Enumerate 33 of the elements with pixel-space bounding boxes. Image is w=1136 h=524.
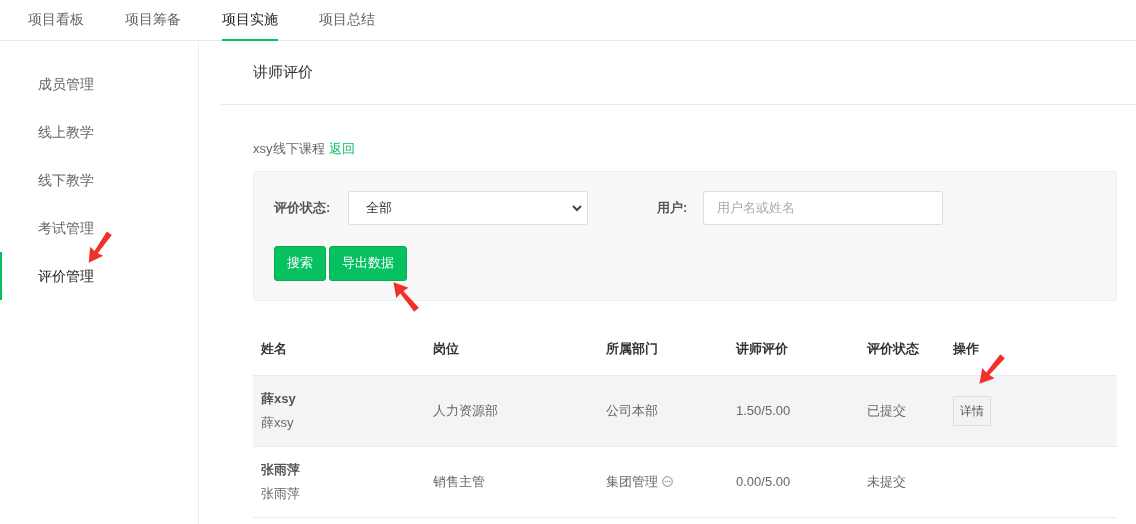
column-header: 岗位 xyxy=(433,340,459,356)
table-cell-text: 集团管理 xyxy=(606,472,658,491)
column-header: 评价状态 xyxy=(867,340,919,356)
column-header: 所属部门 xyxy=(606,340,658,356)
sidebar-item[interactable]: 线下教学 xyxy=(0,156,198,204)
nav-tab[interactable]: 项目筹备 xyxy=(125,0,181,41)
nav-tab[interactable]: 项目总结 xyxy=(319,0,375,41)
course-name: xsy线下课程 xyxy=(253,140,325,158)
table-cell: 人力资源部 xyxy=(433,402,498,418)
sidebar-item[interactable]: 成员管理 xyxy=(0,60,198,108)
table-cell: 已提交 xyxy=(867,402,906,418)
table-cell: 0.00/5.00 xyxy=(736,473,791,489)
details-button[interactable]: 详情 xyxy=(953,395,991,426)
table-cell: 未提交 xyxy=(867,473,906,489)
table-cell-text: 公司本部 xyxy=(606,401,658,420)
sidebar-item[interactable]: 考试管理 xyxy=(0,204,198,252)
column-header: 操作 xyxy=(953,340,979,356)
member-username: 张雨萍 xyxy=(261,484,301,503)
sidebar-item[interactable]: 线上教学 xyxy=(0,108,198,156)
filter-label: 用户: xyxy=(657,198,689,217)
column-header: 姓名 xyxy=(261,340,287,356)
table-cell: 销售主管 xyxy=(433,473,485,489)
member-username: 薛xsy xyxy=(261,413,295,432)
filter-label: 评价状态: xyxy=(274,198,332,217)
table-cell: 1.50/5.00 xyxy=(736,402,791,418)
user-search-field[interactable]: 用户名或姓名 xyxy=(703,190,943,225)
nav-tab[interactable]: 项目看板 xyxy=(28,0,84,41)
column-header: 讲师评价 xyxy=(736,340,788,356)
member-name: 薛xsy xyxy=(261,390,297,408)
status-select[interactable]: 全部 xyxy=(348,190,588,225)
member-name: 张雨萍 xyxy=(261,461,301,479)
page-title: 讲师评价 xyxy=(253,62,313,83)
nav-tab[interactable]: 项目实施 xyxy=(222,0,278,41)
